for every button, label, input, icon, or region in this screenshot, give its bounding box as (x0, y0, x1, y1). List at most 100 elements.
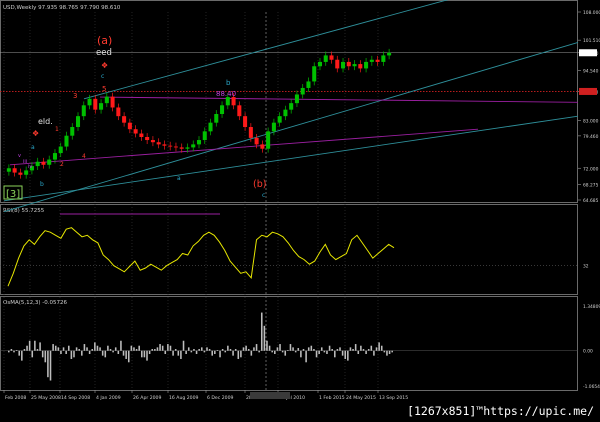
osma-bar (190, 350, 193, 353)
osma-bar (294, 350, 297, 353)
osma-bar (266, 340, 268, 351)
osma-bar (380, 345, 383, 351)
wave-annotations: (a)eed ❖ c 5 3 b 88.40 eld. ❖ a 1 4 2 viiiiv b a c (b) [3] (3, 34, 266, 200)
channel-line (3, 41, 579, 213)
wave-label: c (262, 192, 265, 199)
osma-bar (187, 347, 190, 351)
osma-bar (169, 345, 172, 351)
trading-chart[interactable]: USD,Weekly 97.935 98.765 97.790 98.610 R… (0, 0, 600, 422)
rsi-panel[interactable] (0, 204, 578, 295)
osma-bar (268, 345, 271, 351)
osma-bar (229, 349, 232, 351)
osma-bar (109, 349, 112, 351)
osma-bar (339, 347, 341, 351)
osma-bar (211, 350, 213, 356)
candle-body (93, 98, 98, 110)
wave-label: b (40, 181, 44, 188)
candle-body (150, 140, 155, 143)
y-tick-label: 72.000 (583, 166, 599, 172)
osma-bar (62, 347, 65, 351)
y-tick-label: 64.685 (583, 198, 599, 204)
osma-bar (391, 350, 393, 353)
candle-body (127, 122, 132, 130)
candle-body (145, 137, 150, 141)
osma-bar (315, 350, 318, 358)
osma-bar (23, 349, 26, 351)
osma-bar (94, 342, 96, 351)
osma-bar (138, 345, 140, 351)
osma-bar (182, 340, 185, 351)
osma-bar (323, 350, 326, 353)
wave-label: ❖ (32, 129, 39, 138)
y-tick-label: 94.540 (583, 68, 599, 74)
osma-bar (234, 349, 237, 351)
osma-bar (34, 340, 36, 351)
candle-body (294, 94, 299, 104)
time-axis: Feb 2008 25 May 2008 14 Sep 2008 4 Jan 2009… (3, 390, 408, 401)
x-tick-label: 13 Sep 2015 (379, 395, 408, 401)
osma-bar (326, 350, 328, 354)
osma-bar (263, 325, 266, 351)
osma-bar (18, 350, 20, 356)
y-tick-label: 101.510 (583, 38, 600, 44)
osma-bar (117, 350, 120, 354)
osma-bar (206, 347, 208, 351)
osma-bar (214, 350, 216, 354)
osma-bar (336, 349, 339, 351)
osma-bar (219, 350, 221, 358)
osma-bar (360, 345, 362, 351)
osma-bar (375, 347, 378, 351)
candle-body (70, 127, 75, 136)
osma-bar (289, 344, 292, 351)
candle-body (41, 161, 46, 165)
osma-bar (161, 345, 164, 351)
osma-bar (284, 350, 287, 356)
osma-bar (44, 350, 47, 363)
osma-bar (143, 350, 146, 358)
candle-body (358, 64, 363, 69)
osma-bar (112, 350, 114, 353)
osma-bar (135, 349, 138, 351)
osma-bar (148, 350, 151, 354)
candle-body (220, 105, 225, 114)
osma-bar (388, 350, 391, 354)
candle-body (329, 55, 334, 60)
candle-body (35, 161, 40, 167)
x-tick-label: 1 Feb 2015 (319, 395, 345, 401)
osma-bar (154, 349, 156, 351)
current-price-box (579, 49, 597, 57)
osma-bar (354, 344, 357, 351)
osma-bar (130, 345, 133, 351)
candle-body (196, 140, 202, 145)
candle-body (110, 96, 115, 108)
osma-bar (237, 350, 240, 359)
candle-body (75, 116, 81, 128)
wave-label: eed (96, 48, 112, 58)
wave-label: 88.40 (216, 90, 236, 98)
candle-body (254, 137, 259, 145)
osma-bar (253, 347, 255, 351)
candle-body (87, 98, 92, 106)
candle-body (231, 97, 236, 106)
wave-label: c (101, 73, 104, 80)
candle-body (116, 107, 121, 117)
candle-body (387, 52, 392, 56)
osma-bar (185, 350, 187, 354)
osma-bar (172, 350, 174, 356)
osma-bar (313, 349, 315, 351)
candle-body (312, 66, 317, 82)
osma-bar (10, 349, 13, 351)
osma-bar (180, 350, 182, 359)
osma-bar (159, 344, 161, 351)
osma-bar (378, 342, 380, 351)
candle-body (162, 144, 167, 146)
osma-bar (193, 349, 195, 351)
osma-bar (307, 347, 310, 351)
candle-body (243, 116, 248, 128)
osma-bar (101, 350, 104, 356)
x-tick-label: 16 Aug 2009 (169, 395, 199, 401)
channel-line (83, 0, 449, 100)
osma-panel[interactable] (0, 296, 578, 391)
candle-body (104, 96, 109, 104)
candle-body (18, 172, 23, 175)
